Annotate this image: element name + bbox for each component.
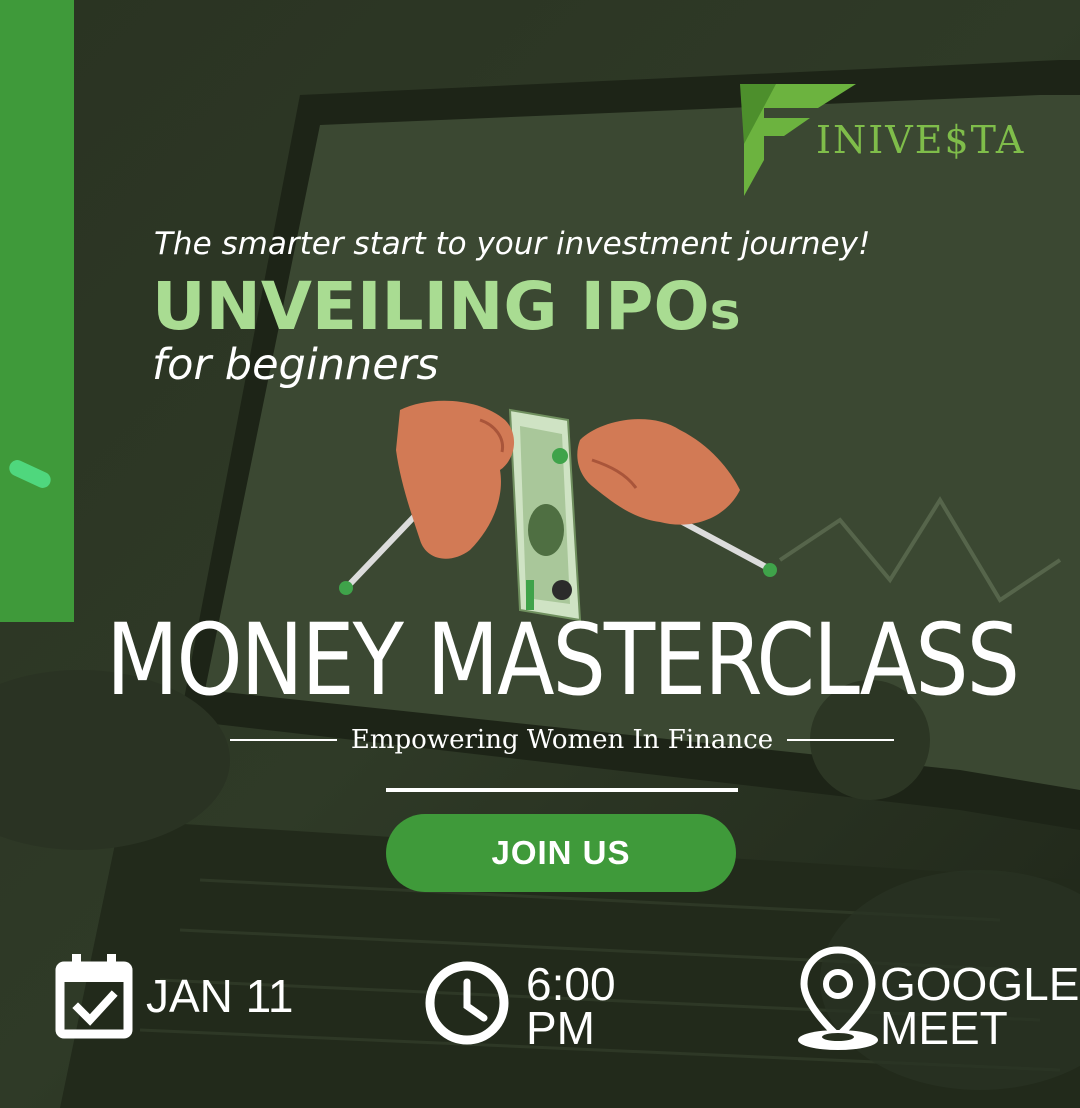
event-venue-line1: GOOGLE — [880, 958, 1080, 1010]
event-title: MONEY MASTERCLASS — [106, 602, 1020, 718]
subtitle-rule-left — [230, 739, 337, 741]
join-us-button[interactable]: JOIN US — [386, 814, 736, 892]
subheadline: for beginners — [152, 340, 439, 390]
logo-wordmark: INIVE$TA — [816, 118, 1026, 162]
tagline: The smarter start to your investment jou… — [154, 226, 871, 262]
event-time-period: PM — [526, 1002, 595, 1054]
event-time: 6:00 PM — [526, 958, 616, 1054]
left-accent-bar — [0, 0, 74, 622]
money-hands-illustration — [339, 400, 777, 622]
event-subtitle: Empowering Women In Finance — [350, 725, 774, 755]
divider-line — [386, 788, 738, 792]
location-pin-icon — [798, 946, 878, 1050]
headline-suffix: s — [709, 282, 741, 342]
subtitle-rule-right — [787, 739, 894, 741]
event-venue-line2: MEET — [880, 1002, 1008, 1054]
headline: UNVEILING IPOs — [152, 268, 741, 345]
event-venue: GOOGLE MEET — [880, 958, 1080, 1054]
clock-icon — [425, 961, 509, 1045]
headline-main: UNVEILING IPO — [152, 268, 710, 345]
calendar-check-icon — [55, 954, 133, 1039]
event-time-hour: 6:00 — [526, 958, 616, 1010]
event-subtitle-row: Empowering Women In Finance — [230, 722, 894, 758]
event-date: JAN 11 — [146, 970, 294, 1022]
